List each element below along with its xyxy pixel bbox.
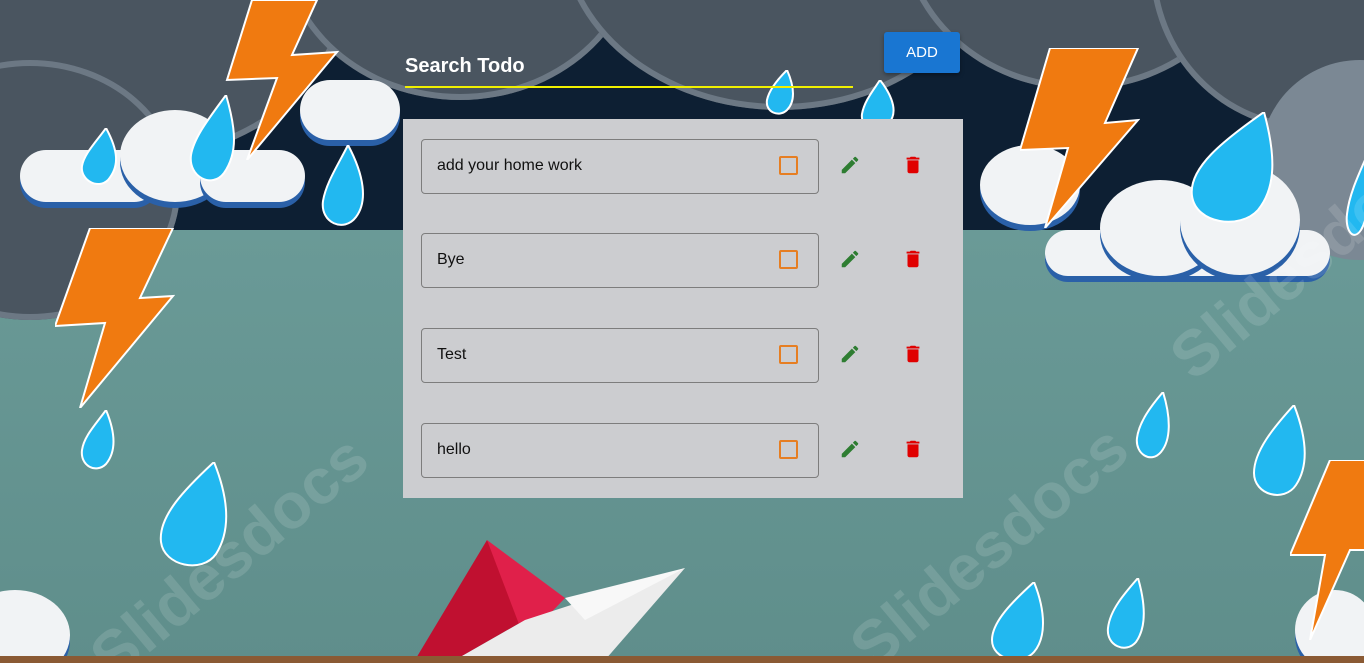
raindrop-icon <box>80 410 115 470</box>
todo-item: hello <box>421 423 941 478</box>
delete-button[interactable] <box>899 245 927 273</box>
todo-checkbox[interactable] <box>779 440 798 459</box>
edit-button[interactable] <box>836 151 864 179</box>
todo-checkbox[interactable] <box>779 250 798 269</box>
edit-button[interactable] <box>836 340 864 368</box>
search-input[interactable] <box>405 48 853 84</box>
raindrop-icon <box>1252 405 1306 496</box>
raindrop-icon <box>990 582 1044 661</box>
search-field[interactable] <box>405 48 853 88</box>
raindrop-icon <box>1106 578 1145 649</box>
paper-boat-icon <box>415 540 685 660</box>
todo-checkbox[interactable] <box>779 345 798 364</box>
todo-text-field[interactable]: Test <box>421 328 819 383</box>
trash-icon <box>906 440 920 458</box>
add-button[interactable]: ADD <box>884 32 960 73</box>
raindrop-icon <box>1135 392 1170 459</box>
raindrop-icon <box>1190 112 1274 223</box>
todo-item: add your home work <box>421 139 941 194</box>
pencil-icon <box>841 250 859 268</box>
raindrop-icon <box>189 95 235 182</box>
lightning-bolt-icon <box>1020 48 1140 228</box>
raindrop-icon <box>321 145 364 226</box>
edit-button[interactable] <box>836 435 864 463</box>
pencil-icon <box>841 440 859 458</box>
todo-text-field[interactable]: add your home work <box>421 139 819 194</box>
todo-text-field[interactable]: hello <box>421 423 819 478</box>
delete-button[interactable] <box>899 340 927 368</box>
todo-checkbox[interactable] <box>779 156 798 175</box>
todo-item: Bye <box>421 233 941 288</box>
delete-button[interactable] <box>899 151 927 179</box>
todo-text: Test <box>437 346 467 363</box>
todo-list: add your home work Bye Test hello <box>403 119 963 498</box>
trash-icon <box>906 250 920 268</box>
pencil-icon <box>841 345 859 363</box>
lightning-bolt-icon <box>55 228 175 408</box>
todo-text: Bye <box>437 251 465 268</box>
todo-text: add your home work <box>437 157 582 174</box>
taskbar <box>0 656 1364 663</box>
lightning-bolt-icon <box>225 0 340 160</box>
edit-button[interactable] <box>836 245 864 273</box>
todo-item: Test <box>421 328 941 383</box>
todo-text: hello <box>437 441 471 458</box>
raindrop-icon <box>80 128 117 185</box>
todo-text-field[interactable]: Bye <box>421 233 819 288</box>
pencil-icon <box>841 156 859 174</box>
trash-icon <box>906 345 920 363</box>
delete-button[interactable] <box>899 435 927 463</box>
trash-icon <box>906 156 920 174</box>
